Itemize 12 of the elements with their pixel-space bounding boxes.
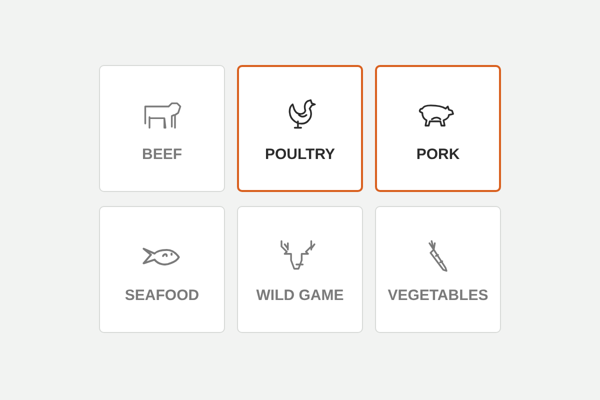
category-tile[interactable]: POULTRY: [237, 65, 363, 192]
category-tile[interactable]: SEAFOOD: [99, 206, 225, 333]
category-label: WILD GAME: [256, 287, 344, 304]
category-label: PORK: [416, 146, 460, 163]
category-tile[interactable]: VEGETABLES: [375, 206, 501, 333]
category-label: POULTRY: [265, 146, 335, 163]
category-label: BEEF: [142, 146, 182, 163]
category-tile[interactable]: PORK: [375, 65, 501, 192]
category-label: SEAFOOD: [124, 287, 200, 304]
category-tile[interactable]: BEEF: [99, 65, 225, 192]
category-tile[interactable]: WILD GAME: [237, 206, 363, 333]
category-label: VEGETABLES: [388, 287, 488, 304]
